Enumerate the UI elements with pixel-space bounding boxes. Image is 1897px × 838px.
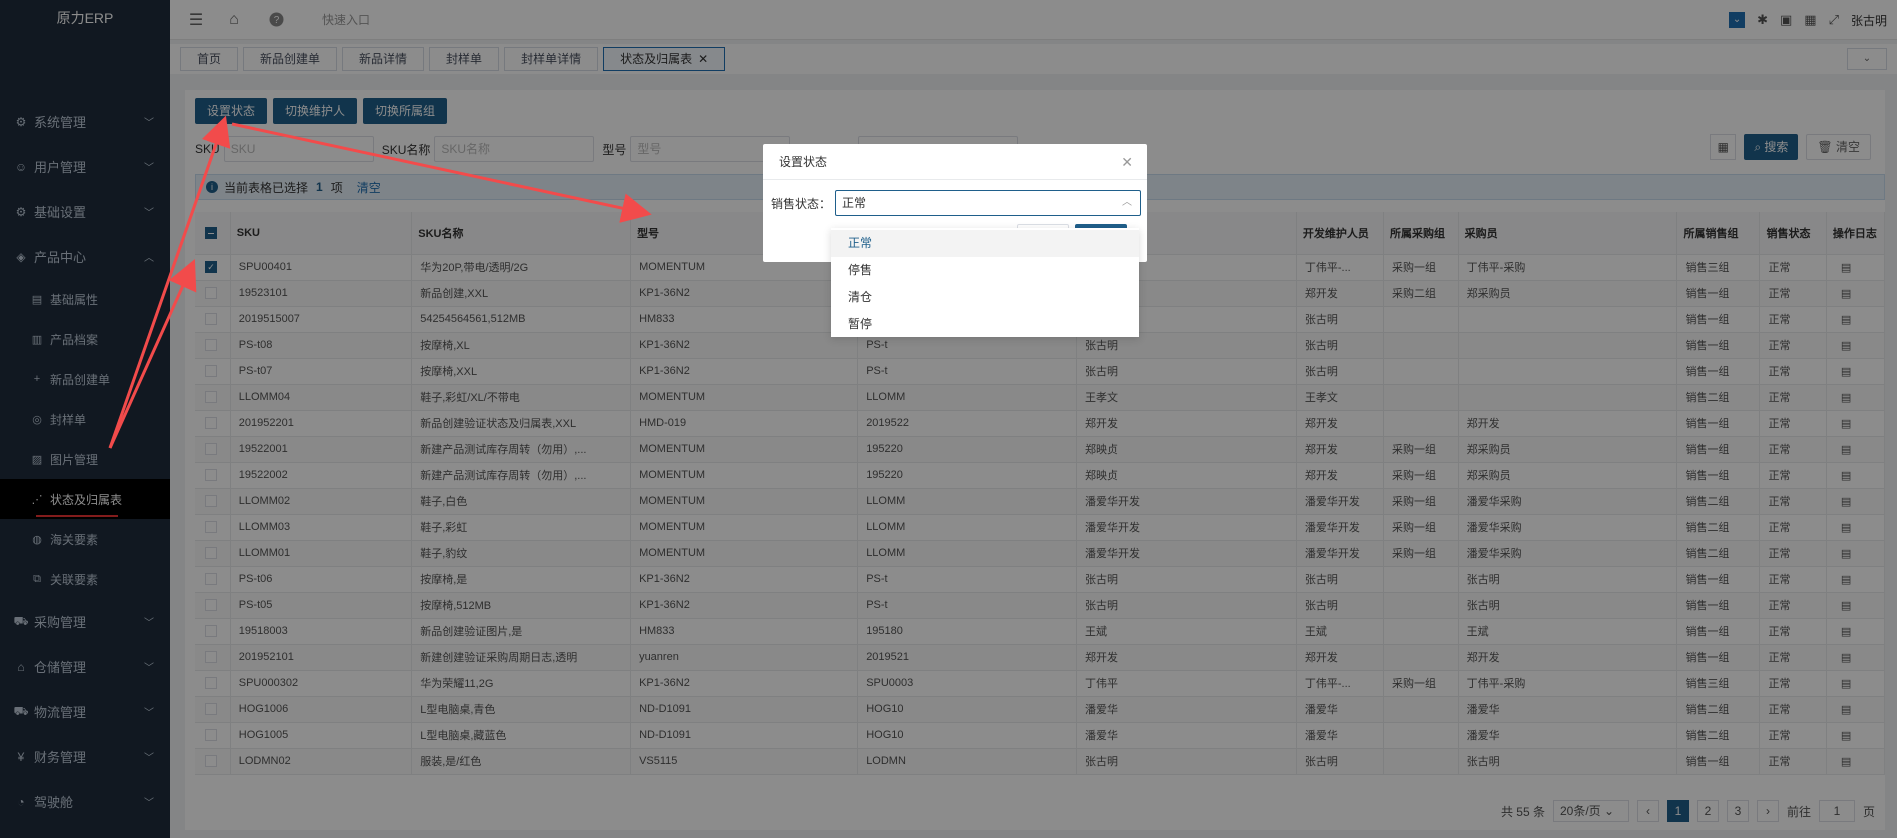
dialog-title: 设置状态	[763, 144, 1147, 180]
sales-status-value: 正常	[842, 196, 867, 210]
modal-mask[interactable]	[0, 0, 1897, 838]
close-icon[interactable]: ✕	[1121, 154, 1133, 171]
sales-status-dropdown: 正常 停售 清仓 暂停	[831, 228, 1139, 337]
option-pause[interactable]: 暂停	[831, 311, 1139, 338]
option-normal[interactable]: 正常	[831, 230, 1139, 257]
option-clearance[interactable]: 清仓	[831, 284, 1139, 311]
sales-status-select[interactable]: 正常 ︿	[835, 190, 1142, 216]
chevron-up-icon: ︿	[1122, 197, 1133, 208]
option-stop-sale[interactable]: 停售	[831, 257, 1139, 284]
sales-status-label: 销售状态：	[771, 196, 832, 211]
